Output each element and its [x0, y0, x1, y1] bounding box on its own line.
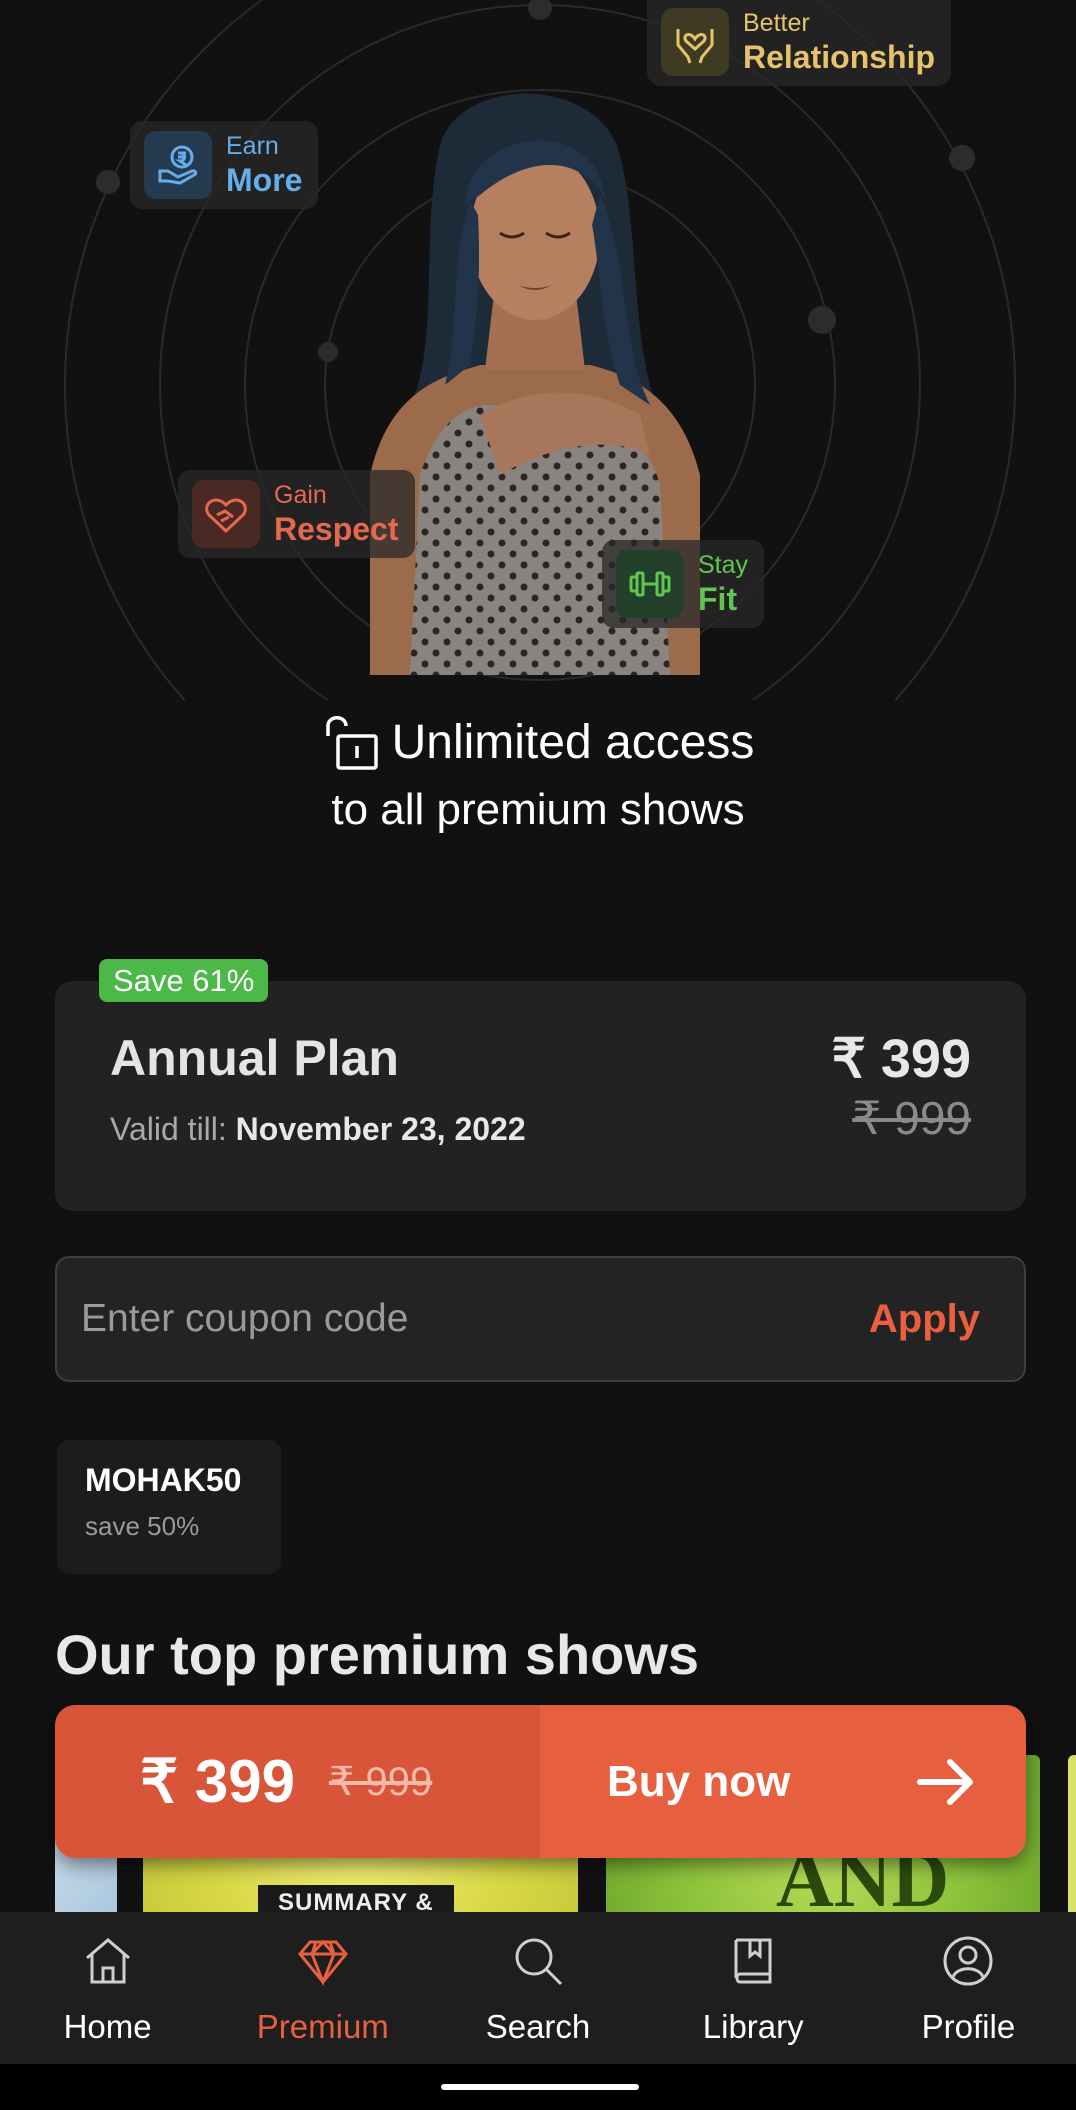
- buy-now-label: Buy now: [607, 1756, 791, 1806]
- bottom-nav: Home Premium Search Library Profile: [0, 1912, 1076, 2064]
- stay-fit-chip: Stay Fit: [602, 540, 765, 628]
- apply-button[interactable]: Apply: [869, 1297, 980, 1342]
- save-badge: Save 61%: [99, 959, 269, 1002]
- valid-prefix: Valid till:: [110, 1111, 236, 1147]
- better-relationship-chip: Better Relationship: [647, 0, 952, 86]
- headline-line1: Unlimited access: [391, 716, 755, 769]
- arrow-right-icon: [917, 1758, 973, 1805]
- plan-name: Annual Plan: [110, 1030, 399, 1086]
- nav-item-search[interactable]: Search: [430, 1912, 645, 2064]
- fit-chip-line1: Stay: [698, 551, 749, 579]
- nav-item-home[interactable]: Home: [0, 1912, 215, 2064]
- coupon-offer-chip[interactable]: MOHAK50 save 50%: [57, 1440, 281, 1574]
- coupon-box: Apply: [55, 1256, 1026, 1382]
- thumbnail-tag: SUMMARY &: [258, 1885, 454, 1912]
- fit-chip-line2: Fit: [698, 581, 738, 617]
- headline-line2: to all premium shows: [331, 785, 745, 834]
- handshake-heart-icon: [192, 480, 260, 548]
- book-icon: [734, 1938, 772, 1984]
- show-thumbnail[interactable]: [1068, 1755, 1076, 1912]
- nav-item-library[interactable]: Library: [646, 1912, 861, 2064]
- dumbbell-icon: [616, 550, 684, 618]
- valid-date: November 23, 2022: [235, 1111, 526, 1147]
- nav-label-search: Search: [485, 2008, 591, 2045]
- buy-bar: ₹ 399 ₹ 999 Buy now: [55, 1705, 1026, 1858]
- annual-plan-card[interactable]: Annual Plan Valid till: November 23, 202…: [55, 981, 1026, 1211]
- top-shows-title: Our top premium shows: [55, 1623, 700, 1686]
- buy-price-section: ₹ 399 ₹ 999: [55, 1705, 540, 1858]
- respect-chip-line2: Respect: [274, 511, 399, 547]
- buy-now-button[interactable]: Buy now: [540, 1705, 1026, 1858]
- plan-price: ₹ 399: [831, 1029, 971, 1089]
- nav-label-profile: Profile: [921, 2008, 1016, 2045]
- diamond-icon: [297, 1939, 348, 1987]
- relationship-chip-line1: Better: [743, 9, 810, 37]
- search-icon: [515, 1938, 563, 1986]
- offer-description: save 50%: [85, 1511, 200, 1541]
- nav-label-home: Home: [63, 2008, 152, 2045]
- home-gesture-pill[interactable]: [441, 2084, 639, 2090]
- nav-item-premium[interactable]: Premium: [215, 1912, 430, 2064]
- home-icon: [85, 1938, 130, 1984]
- respect-chip-line1: Gain: [274, 481, 327, 509]
- gain-respect-chip: Gain Respect: [178, 470, 415, 558]
- earn-more-chip: Earn More: [130, 121, 319, 209]
- unlock-icon: [325, 716, 378, 770]
- coupon-input[interactable]: [81, 1297, 781, 1341]
- buy-original-price: ₹ 999: [328, 1759, 433, 1804]
- hands-heart-icon: [661, 8, 729, 76]
- hero-section: Earn More Better Relationship Gain Respe…: [0, 0, 1076, 700]
- headline: Unlimited access to all premium shows: [0, 712, 1076, 841]
- nav-label-library: Library: [702, 2008, 804, 2045]
- profile-icon: [943, 1936, 993, 1986]
- nav-item-profile[interactable]: Profile: [861, 1912, 1076, 2064]
- offer-code: MOHAK50: [85, 1462, 242, 1498]
- relationship-chip-line2: Relationship: [743, 39, 936, 75]
- earn-chip-line1: Earn: [226, 132, 279, 160]
- nav-label-premium: Premium: [256, 2008, 389, 2045]
- buy-price: ₹ 399: [140, 1747, 295, 1815]
- system-gesture-bar: [0, 2064, 1076, 2110]
- hand-rupee-icon: [144, 131, 212, 199]
- earn-chip-line2: More: [226, 162, 303, 198]
- plan-validity: Valid till: November 23, 2022: [110, 1111, 526, 1148]
- plan-original-price: ₹ 999: [852, 1092, 971, 1144]
